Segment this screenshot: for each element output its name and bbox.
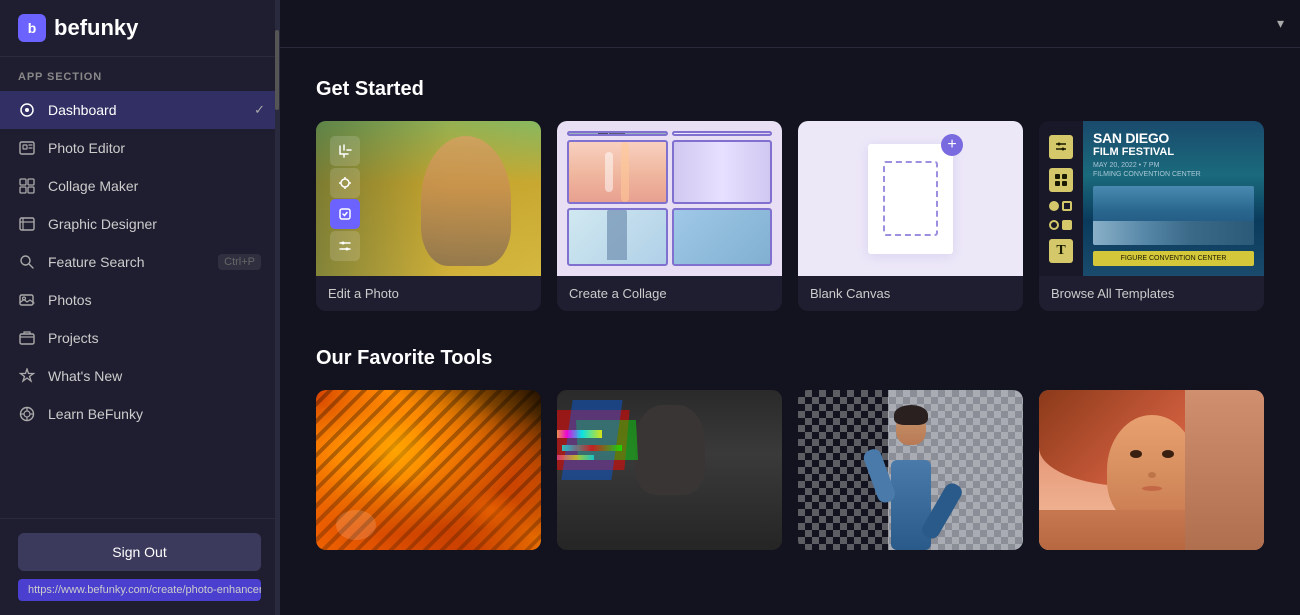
url-bar: https://www.befunky.com/create/photo-enh…: [18, 579, 261, 601]
feature-search-icon: [18, 253, 36, 271]
main-wrapper: ▾ Get Started: [280, 0, 1300, 615]
whats-new-icon: [18, 367, 36, 385]
header-bar: ▾: [280, 0, 1300, 48]
edit-photo-image: [316, 121, 541, 276]
edit-photo-card[interactable]: Edit a Photo: [316, 121, 541, 311]
collage-maker-label: Collage Maker: [48, 178, 138, 194]
sidebar-footer: Sign Out https://www.befunky.com/create/…: [0, 518, 279, 615]
portrait-tool-card[interactable]: [1039, 390, 1264, 550]
tiger-visual: [316, 390, 541, 550]
crop-tool-icon: [330, 136, 360, 166]
get-started-title: Get Started: [316, 78, 1264, 101]
browse-templates-card[interactable]: T SAN DIEGO FILM FESTIVAL MAY 20, 2022 •…: [1039, 121, 1264, 311]
active-tool-icon: [330, 199, 360, 229]
create-collage-label: Create a Collage: [557, 276, 782, 311]
dashboard-label: Dashboard: [48, 102, 117, 118]
adjust-tool-icon: [330, 231, 360, 261]
feature-search-shortcut: Ctrl+P: [218, 254, 261, 270]
sidebar-item-projects[interactable]: Projects: [0, 319, 279, 357]
glitch-tool-card[interactable]: [557, 390, 782, 550]
sidebar-item-dashboard[interactable]: Dashboard ✓: [0, 91, 279, 129]
blank-canvas-card[interactable]: + Blank Canvas: [798, 121, 1023, 311]
header-chevron-icon[interactable]: ▾: [1277, 15, 1284, 32]
logo-text: befunky: [54, 15, 138, 41]
bg-remover-tool-card[interactable]: [798, 390, 1023, 550]
portrait-visual: [1039, 390, 1264, 550]
sidebar-item-feature-search[interactable]: Feature Search Ctrl+P: [0, 243, 279, 281]
sidebar-item-graphic-designer[interactable]: Graphic Designer: [0, 205, 279, 243]
sidebar-item-whats-new[interactable]: What's New: [0, 357, 279, 395]
sidebar-item-photos[interactable]: Photos: [0, 281, 279, 319]
artsy-tool-card[interactable]: [316, 390, 541, 550]
main-content: Get Started: [280, 48, 1300, 615]
learn-befunky-icon: [18, 405, 36, 423]
learn-befunky-label: Learn BeFunky: [48, 406, 143, 422]
collage-maker-icon: [18, 177, 36, 195]
sidebar-item-learn-befunky[interactable]: Learn BeFunky: [0, 395, 279, 433]
photo-editor-icon: [18, 139, 36, 157]
sign-out-button[interactable]: Sign Out: [18, 533, 261, 571]
glitch-visual: [557, 390, 782, 550]
sidebar: b befunky App Section Dashboard ✓ Photo …: [0, 0, 280, 615]
create-collage-card[interactable]: Create a Collage: [557, 121, 782, 311]
projects-label: Projects: [48, 330, 99, 346]
photos-label: Photos: [48, 292, 92, 308]
favorite-tools-title: Our Favorite Tools: [316, 347, 1264, 370]
feature-search-label: Feature Search: [48, 254, 145, 270]
sidebar-item-photo-editor[interactable]: Photo Editor: [0, 129, 279, 167]
projects-icon: [18, 329, 36, 347]
browse-templates-label: Browse All Templates: [1039, 276, 1264, 311]
browse-templates-image: T SAN DIEGO FILM FESTIVAL MAY 20, 2022 •…: [1039, 121, 1264, 276]
favorite-tools-cards: [316, 390, 1264, 550]
blank-canvas-image: +: [798, 121, 1023, 276]
photos-icon: [18, 291, 36, 309]
photo-edit-tools: [330, 121, 360, 276]
get-started-cards: Edit a Photo: [316, 121, 1264, 311]
graphic-designer-icon: [18, 215, 36, 233]
bg-remove-visual: [798, 390, 1023, 550]
app-section-label: App Section: [0, 57, 279, 91]
sidebar-item-collage-maker[interactable]: Collage Maker: [0, 167, 279, 205]
whats-new-label: What's New: [48, 368, 122, 384]
edit-photo-label: Edit a Photo: [316, 276, 541, 311]
scroll-indicator: [275, 0, 279, 615]
create-collage-image: [557, 121, 782, 276]
photo-editor-label: Photo Editor: [48, 140, 125, 156]
logo-icon: b: [18, 14, 46, 42]
blank-canvas-label: Blank Canvas: [798, 276, 1023, 311]
enhance-tool-icon: [330, 168, 360, 198]
graphic-designer-label: Graphic Designer: [48, 216, 157, 232]
dashboard-icon: [18, 101, 36, 119]
check-icon: ✓: [254, 102, 265, 118]
logo-area[interactable]: b befunky: [0, 0, 279, 57]
